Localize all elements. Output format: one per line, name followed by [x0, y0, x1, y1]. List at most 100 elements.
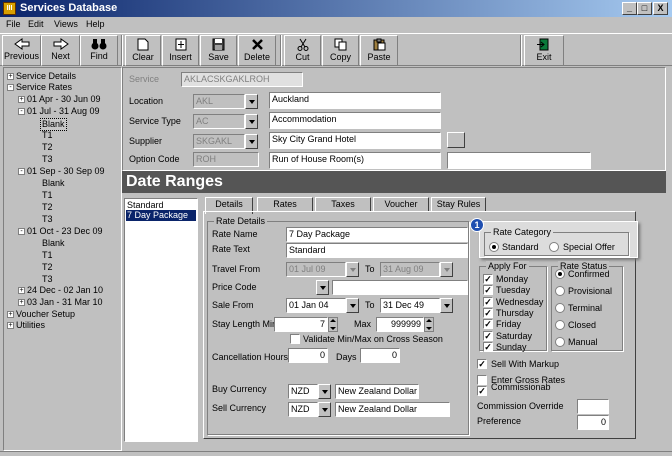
- rate-text-field[interactable]: Standard: [286, 243, 468, 258]
- price-code-dropdown[interactable]: [316, 280, 329, 295]
- special-offer-radio[interactable]: [549, 242, 559, 252]
- day-checkbox-monday[interactable]: ✓: [483, 274, 493, 284]
- expand-icon[interactable]: +: [7, 311, 14, 319]
- option-extra-field[interactable]: [447, 152, 591, 169]
- price-code-name-field[interactable]: [332, 280, 468, 295]
- expand-icon[interactable]: +: [18, 96, 25, 104]
- stay-max-field[interactable]: 999999: [376, 317, 424, 332]
- tree-item-range[interactable]: -01 Sep - 30 Sep 09: [18, 166, 105, 177]
- stay-min-spinner[interactable]: [328, 317, 338, 332]
- days-field[interactable]: 0: [360, 348, 400, 363]
- tree-item-service-details[interactable]: + Service Details: [7, 71, 76, 82]
- tree-item-t1[interactable]: T1: [42, 130, 53, 141]
- close-button[interactable]: X: [653, 2, 668, 15]
- delete-button[interactable]: Delete: [238, 35, 276, 66]
- sell-with-markup-checkbox[interactable]: ✓: [477, 359, 487, 369]
- buy-currency-name-field[interactable]: New Zealand Dollar: [335, 384, 419, 399]
- tree-item-t3[interactable]: T3: [42, 154, 53, 165]
- tree-item-t2[interactable]: T2: [42, 202, 53, 213]
- tree-item-range[interactable]: +24 Dec - 02 Jan 10: [18, 285, 103, 296]
- collapse-icon[interactable]: -: [18, 168, 25, 176]
- standard-radio[interactable]: [489, 242, 499, 252]
- expand-icon[interactable]: +: [7, 73, 14, 81]
- rate-name-field[interactable]: 7 Day Package: [286, 227, 468, 242]
- menu-views[interactable]: Views: [54, 19, 78, 29]
- option-name-field[interactable]: Run of House Room(s): [269, 152, 441, 169]
- tree-item-blank[interactable]: Blank: [42, 238, 65, 249]
- buy-currency-dropdown[interactable]: [318, 384, 331, 399]
- paste-button[interactable]: Paste: [360, 35, 398, 66]
- travel-to-field[interactable]: 31 Aug 09: [380, 262, 440, 277]
- menu-help[interactable]: Help: [86, 19, 105, 29]
- save-button[interactable]: Save: [200, 35, 237, 66]
- sale-to-dropdown[interactable]: [440, 298, 453, 313]
- copy-button[interactable]: Copy: [322, 35, 359, 66]
- tree-item-utilities[interactable]: + Utilities: [7, 320, 45, 331]
- supplier-dropdown[interactable]: [245, 134, 258, 149]
- supplier-name-field[interactable]: Sky City Grand Hotel: [269, 132, 441, 149]
- status-radio-manual[interactable]: [555, 337, 565, 347]
- list-item[interactable]: Standard: [127, 200, 164, 210]
- day-checkbox-thursday[interactable]: ✓: [483, 307, 493, 318]
- status-radio-confirmed[interactable]: [555, 269, 565, 279]
- tree-item-range[interactable]: -01 Oct - 23 Dec 09: [18, 226, 103, 237]
- day-checkbox-sunday[interactable]: ✓: [483, 341, 493, 352]
- tree-item-t3[interactable]: T3: [42, 274, 53, 285]
- tab-voucher[interactable]: Voucher: [373, 197, 429, 212]
- tree-item-range[interactable]: +01 Apr - 30 Jun 09: [18, 94, 101, 105]
- status-radio-terminal[interactable]: [555, 303, 565, 313]
- insert-button[interactable]: Insert: [162, 35, 199, 66]
- status-radio-provisional[interactable]: [555, 286, 565, 296]
- minimize-button[interactable]: _: [622, 2, 637, 15]
- buy-currency-code-field[interactable]: NZD: [288, 384, 318, 399]
- travel-from-field[interactable]: 01 Jul 09: [286, 262, 346, 277]
- tree-item-t2[interactable]: T2: [42, 262, 53, 273]
- commissionable-checkbox[interactable]: ✓: [477, 386, 487, 396]
- find-button[interactable]: Find: [80, 35, 118, 66]
- tree-item-voucher-setup[interactable]: + Voucher Setup: [7, 309, 75, 320]
- previous-button[interactable]: Previous: [2, 35, 41, 66]
- tree-item-t3[interactable]: T3: [42, 214, 53, 225]
- validate-checkbox[interactable]: [290, 334, 300, 344]
- menu-file[interactable]: File: [6, 19, 21, 29]
- service-type-name-field[interactable]: Accommodation: [269, 112, 441, 129]
- collapse-icon[interactable]: -: [18, 228, 25, 236]
- day-checkbox-friday[interactable]: ✓: [483, 319, 493, 330]
- tree-item-blank[interactable]: Blank: [42, 178, 65, 189]
- day-checkbox-wednesday[interactable]: ✓: [483, 296, 493, 307]
- tab-taxes[interactable]: Taxes: [315, 197, 371, 212]
- tree-item-service-rates[interactable]: - Service Rates: [7, 82, 72, 93]
- location-name-field[interactable]: Auckland: [269, 92, 441, 109]
- location-dropdown[interactable]: [245, 94, 258, 109]
- tree-item-range[interactable]: +03 Jan - 31 Mar 10: [18, 297, 103, 308]
- tree-item-t2[interactable]: T2: [42, 142, 53, 153]
- maximize-button[interactable]: □: [637, 2, 652, 15]
- next-button[interactable]: Next: [41, 35, 80, 66]
- collapse-icon[interactable]: -: [18, 108, 25, 116]
- day-checkbox-saturday[interactable]: ✓: [483, 330, 493, 341]
- day-checkbox-tuesday[interactable]: ✓: [483, 285, 493, 296]
- travel-from-dropdown[interactable]: [346, 262, 359, 277]
- collapse-icon[interactable]: -: [7, 84, 14, 92]
- service-type-dropdown[interactable]: [245, 114, 258, 129]
- list-item-selected[interactable]: 7 Day Package: [126, 210, 196, 221]
- sell-currency-name-field[interactable]: New Zealand Dollar: [335, 402, 450, 417]
- tree-item-t1[interactable]: T1: [42, 250, 53, 261]
- cut-button[interactable]: Cut: [284, 35, 321, 66]
- tree-item-t1[interactable]: T1: [42, 190, 53, 201]
- enter-gross-rates-checkbox[interactable]: [477, 375, 487, 385]
- sale-from-dropdown[interactable]: [346, 298, 359, 313]
- supplier-lookup-button[interactable]: [447, 132, 465, 148]
- commission-override-field[interactable]: [577, 399, 609, 414]
- expand-icon[interactable]: +: [7, 322, 14, 330]
- travel-to-dropdown[interactable]: [440, 262, 453, 277]
- sale-to-field[interactable]: 31 Dec 49: [380, 298, 440, 313]
- cancellation-hours-field[interactable]: 0: [288, 348, 328, 363]
- expand-icon[interactable]: +: [18, 287, 25, 295]
- sale-from-field[interactable]: 01 Jan 04: [286, 298, 346, 313]
- stay-min-field[interactable]: 7: [274, 317, 328, 332]
- sell-currency-dropdown[interactable]: [318, 402, 331, 417]
- tab-stay-rules[interactable]: Stay Rules: [431, 197, 486, 212]
- tree-item-range[interactable]: -01 Jul - 31 Aug 09: [18, 106, 100, 117]
- expand-icon[interactable]: +: [18, 299, 25, 307]
